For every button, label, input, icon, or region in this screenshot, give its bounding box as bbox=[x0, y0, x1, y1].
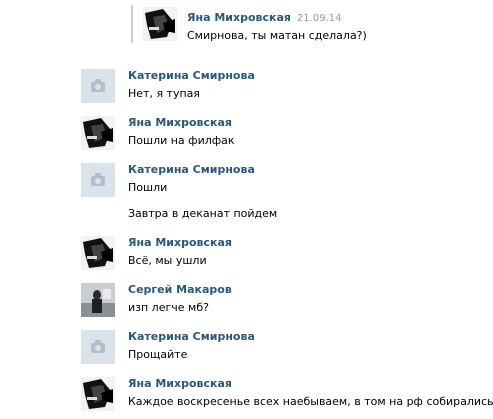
author-avatar[interactable] bbox=[81, 69, 115, 103]
author-avatar[interactable] bbox=[81, 283, 115, 317]
author-name[interactable]: Яна Михровская bbox=[128, 236, 232, 250]
message-text: Нет, я тупая bbox=[128, 87, 201, 100]
quoted-message: Яна Михровская 21.09.14 Смирнова, ты мата… bbox=[131, 5, 367, 43]
message-text: Всё, мы ушли bbox=[128, 254, 207, 267]
message-text: Каждое воскресенье всех наебываем, в том… bbox=[128, 395, 493, 408]
user-photo-icon bbox=[81, 236, 115, 270]
author-name[interactable]: Катерина Смирнова bbox=[128, 163, 255, 177]
author-avatar[interactable] bbox=[81, 330, 115, 364]
author-name[interactable]: Яна Михровская bbox=[128, 377, 232, 391]
camera-icon bbox=[81, 69, 115, 103]
user-photo-icon bbox=[81, 116, 115, 150]
camera-icon bbox=[81, 330, 115, 364]
message-text: Прощайте bbox=[128, 348, 188, 361]
camera-icon bbox=[81, 163, 115, 197]
quoted-author-avatar[interactable] bbox=[143, 7, 177, 41]
author-avatar[interactable] bbox=[81, 377, 115, 411]
author-avatar[interactable] bbox=[81, 116, 115, 150]
author-name[interactable]: Катерина Смирнова bbox=[128, 330, 255, 344]
message-text: изп легче мб? bbox=[128, 301, 209, 314]
quoted-text: Смирнова, ты матан сделала?) bbox=[187, 29, 367, 42]
author-name[interactable]: Сергей Макаров bbox=[128, 283, 232, 297]
quoted-date[interactable]: 21.09.14 bbox=[297, 13, 342, 24]
message-text: Пошли на филфак bbox=[128, 134, 235, 147]
author-name[interactable]: Яна Михровская bbox=[128, 116, 232, 130]
message-text: Завтра в деканат пойдем bbox=[128, 207, 278, 220]
quoted-author-name[interactable]: Яна Михровская bbox=[187, 11, 291, 25]
user-photo-icon bbox=[81, 377, 115, 411]
author-avatar[interactable] bbox=[81, 163, 115, 197]
author-avatar[interactable] bbox=[81, 236, 115, 270]
user-photo-icon bbox=[143, 7, 177, 41]
user-photo-icon bbox=[81, 283, 115, 317]
author-name[interactable]: Катерина Смирнова bbox=[128, 69, 255, 83]
message-text: Пошли bbox=[128, 181, 168, 194]
